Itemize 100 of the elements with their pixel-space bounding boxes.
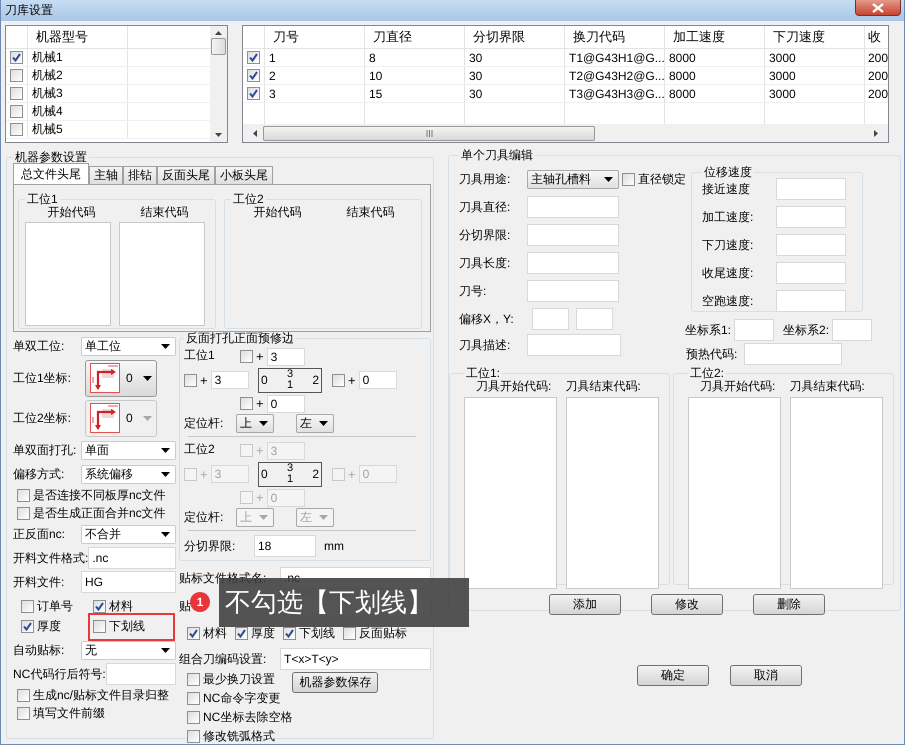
checkbox[interactable] bbox=[187, 673, 200, 686]
checkbox[interactable] bbox=[17, 488, 30, 502]
input-field[interactable]: HG bbox=[81, 571, 176, 593]
checkbox[interactable] bbox=[247, 87, 260, 100]
tab[interactable]: 排钻 bbox=[123, 166, 157, 184]
input-field[interactable]: 3 bbox=[210, 371, 249, 389]
dropdown[interactable]: 上 bbox=[236, 414, 274, 433]
input-field[interactable] bbox=[527, 252, 619, 274]
checkbox[interactable] bbox=[10, 105, 23, 118]
diagram-value: 3 bbox=[286, 463, 294, 474]
input-field[interactable] bbox=[106, 663, 176, 685]
checkbox[interactable] bbox=[21, 620, 34, 632]
input-field[interactable]: 0 bbox=[266, 394, 305, 412]
column-header: 机器型号 bbox=[28, 26, 128, 48]
dropdown[interactable]: 单面 bbox=[81, 440, 176, 460]
plus-sign: + bbox=[256, 490, 264, 505]
input-field[interactable] bbox=[527, 280, 619, 302]
input-field[interactable] bbox=[776, 206, 846, 228]
input-field[interactable] bbox=[576, 308, 613, 330]
scroll-thumb[interactable] bbox=[211, 38, 226, 55]
dropdown[interactable]: 左 bbox=[296, 414, 334, 433]
checkbox[interactable] bbox=[10, 87, 23, 100]
input-field[interactable]: 18 bbox=[254, 535, 316, 557]
button[interactable]: 取消 bbox=[730, 665, 802, 686]
close-button[interactable] bbox=[855, 0, 901, 16]
text-area[interactable] bbox=[688, 397, 781, 589]
checkbox[interactable] bbox=[93, 600, 106, 612]
checkbox[interactable] bbox=[21, 600, 34, 612]
tab[interactable]: 小板头尾 bbox=[215, 166, 273, 184]
checkbox[interactable] bbox=[622, 172, 635, 186]
tab[interactable]: 主轴 bbox=[89, 166, 123, 184]
checkbox[interactable] bbox=[240, 350, 253, 363]
field-label: 自动贴标: bbox=[13, 642, 66, 658]
tab[interactable]: 反面头尾 bbox=[157, 166, 215, 184]
input-field[interactable] bbox=[776, 262, 846, 284]
group-title: 工位2 bbox=[232, 191, 265, 206]
checkbox[interactable] bbox=[283, 627, 296, 640]
checkbox[interactable] bbox=[332, 374, 345, 386]
table-cell: 3000 bbox=[765, 49, 865, 66]
field-label: 贴 bbox=[179, 598, 191, 614]
vertical-scrollbar[interactable] bbox=[210, 26, 227, 142]
dropdown[interactable]: 单工位 bbox=[81, 336, 176, 356]
column-label: 结束代码 bbox=[346, 204, 394, 221]
checkbox[interactable] bbox=[235, 627, 248, 640]
table-cell: 机械1 bbox=[28, 49, 128, 66]
dropdown[interactable]: 主轴孔槽料 bbox=[527, 170, 619, 188]
field-label: 收尾速度: bbox=[702, 264, 754, 282]
dropdown[interactable]: 无 bbox=[81, 640, 176, 660]
button[interactable]: 删除 bbox=[753, 594, 825, 615]
checkbox[interactable] bbox=[247, 51, 260, 64]
checkbox[interactable] bbox=[187, 711, 200, 724]
checkbox[interactable] bbox=[17, 706, 30, 720]
button[interactable]: 修改 bbox=[651, 594, 723, 615]
tab[interactable]: 总文件头尾 bbox=[13, 163, 89, 184]
checkbox[interactable] bbox=[187, 692, 200, 705]
checkbox[interactable] bbox=[187, 730, 200, 743]
checkbox[interactable] bbox=[93, 620, 106, 632]
checkbox[interactable] bbox=[10, 51, 23, 64]
input-field[interactable] bbox=[527, 224, 619, 246]
checkbox[interactable] bbox=[17, 688, 30, 702]
input-field[interactable] bbox=[734, 319, 774, 341]
checkbox[interactable] bbox=[343, 627, 356, 640]
checkbox[interactable] bbox=[240, 397, 253, 410]
field-label: 下刀速度: bbox=[702, 236, 754, 254]
horizontal-scrollbar[interactable] bbox=[243, 125, 888, 142]
input-field[interactable] bbox=[776, 234, 846, 256]
checkbox[interactable] bbox=[184, 374, 197, 386]
text-area[interactable] bbox=[790, 397, 883, 589]
input-field[interactable]: 0 bbox=[358, 371, 397, 389]
dropdown[interactable]: 系统偏移 bbox=[81, 464, 176, 484]
checkbox[interactable] bbox=[10, 69, 23, 82]
text-area[interactable] bbox=[464, 397, 557, 589]
input-field[interactable] bbox=[744, 343, 842, 365]
column-label: 刀具结束代码: bbox=[789, 378, 865, 395]
input-field[interactable] bbox=[527, 334, 621, 356]
checkbox[interactable] bbox=[187, 627, 200, 640]
input-field[interactable] bbox=[832, 319, 872, 341]
text-area[interactable] bbox=[566, 397, 659, 589]
button[interactable]: 添加 bbox=[549, 594, 621, 615]
input-field[interactable] bbox=[776, 290, 846, 312]
table-cell: 30 bbox=[465, 85, 565, 102]
right-arrow-icon bbox=[874, 130, 878, 137]
text-area[interactable] bbox=[25, 222, 111, 326]
field-label: 加工速度: bbox=[702, 208, 754, 226]
dropdown[interactable]: 不合并 bbox=[81, 524, 176, 544]
coordinate-picker[interactable]: 0 bbox=[85, 360, 157, 396]
button[interactable]: 确定 bbox=[637, 665, 709, 686]
checkbox[interactable] bbox=[10, 123, 23, 136]
input-field[interactable] bbox=[776, 178, 846, 200]
checkbox[interactable] bbox=[247, 69, 260, 82]
text-area[interactable] bbox=[119, 222, 205, 326]
table-cell: 机械5 bbox=[28, 121, 128, 138]
input-field[interactable] bbox=[527, 196, 619, 218]
group-title: 机器参数设置 bbox=[14, 149, 88, 166]
input-field[interactable] bbox=[532, 308, 569, 330]
input-field[interactable]: 3 bbox=[266, 348, 305, 366]
button[interactable]: 机器参数保存 bbox=[292, 672, 378, 693]
checkbox[interactable] bbox=[17, 506, 30, 520]
input-field[interactable]: .nc bbox=[88, 547, 176, 569]
input-field[interactable]: T<x>T<y> bbox=[280, 648, 431, 670]
